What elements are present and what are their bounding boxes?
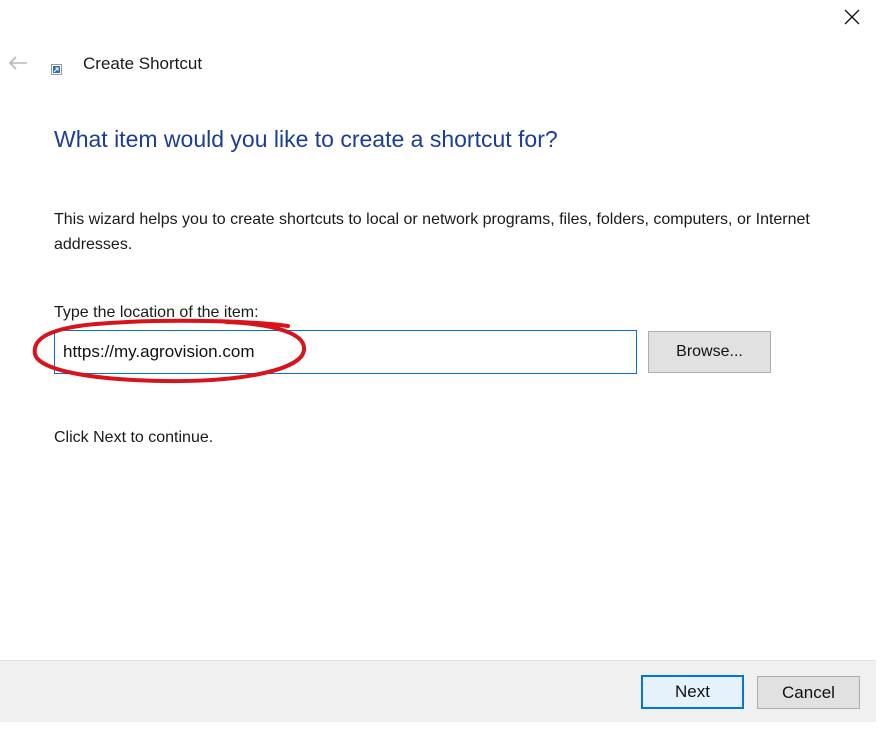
- location-label: Type the location of the item:: [54, 304, 259, 321]
- continue-text: Click Next to continue.: [54, 429, 214, 446]
- page-heading: What item would you like to create a sho…: [54, 126, 558, 152]
- footer-bar: [0, 660, 876, 722]
- window-title: Create Shortcut: [83, 54, 203, 73]
- close-icon: [844, 9, 860, 25]
- back-button[interactable]: [2, 48, 34, 78]
- back-arrow-icon: [8, 56, 27, 70]
- cancel-button[interactable]: Cancel: [757, 676, 860, 709]
- wizard-description: This wizard helps you to create shortcut…: [54, 211, 810, 253]
- shortcut-icon: [51, 64, 62, 75]
- browse-button[interactable]: Browse...: [648, 331, 771, 373]
- close-button[interactable]: [830, 0, 874, 34]
- next-button[interactable]: Next: [641, 675, 744, 709]
- location-input[interactable]: [54, 330, 637, 374]
